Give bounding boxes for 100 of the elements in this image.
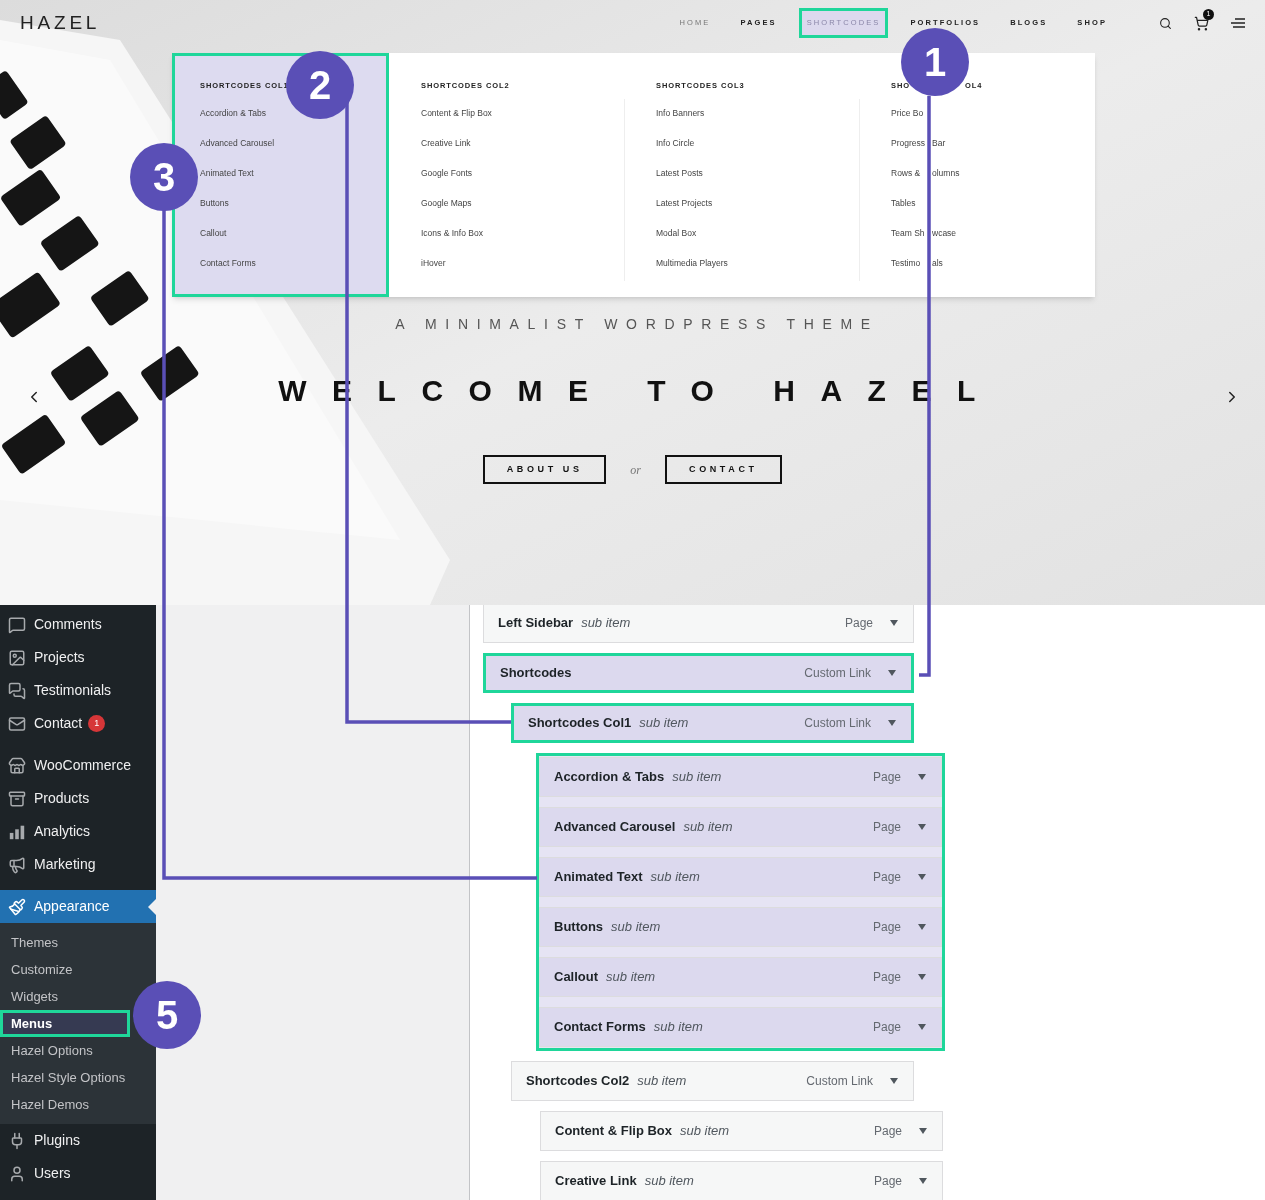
sidebar-item[interactable]: Users: [0, 1157, 156, 1190]
menu-item-note: sub item: [672, 768, 722, 787]
menu-link[interactable]: Icons & Info Box: [421, 228, 483, 239]
submenu-item[interactable]: Hazel Options: [0, 1037, 99, 1064]
cart-icon[interactable]: [1194, 15, 1209, 31]
menu-item-row[interactable]: Accordion & Tabs sub item Page: [539, 757, 942, 797]
menu-link[interactable]: Info Circle: [656, 138, 695, 149]
menu-item-row[interactable]: Content & Flip Box sub item Page: [540, 1111, 943, 1151]
menu-link[interactable]: als: [932, 258, 943, 269]
menu-item-type: Custom Link: [804, 715, 871, 732]
menu-item-row[interactable]: Left Sidebar sub item Page: [483, 603, 914, 643]
submenu-item[interactable]: Customize: [0, 956, 79, 983]
menu-item-title: Shortcodes Col2: [526, 1072, 630, 1091]
caret-icon[interactable]: [887, 719, 897, 727]
site-logo[interactable]: HAZEL: [20, 8, 101, 38]
menu-link[interactable]: Callout: [200, 228, 227, 239]
sidebar-item[interactable]: Marketing: [0, 848, 156, 881]
hero-button[interactable]: CONTACT: [664, 455, 782, 484]
hero-tagline: A MINIMALIST WORDPRESS THEME: [395, 315, 879, 334]
menu-link[interactable]: Multimedia Players: [656, 258, 728, 269]
menu-link[interactable]: Price Bo: [891, 108, 924, 119]
menu-item-row[interactable]: Animated Text sub item Page: [539, 857, 942, 897]
submenu-item[interactable]: Widgets: [0, 983, 64, 1010]
submenu-item[interactable]: Hazel Style Options: [0, 1064, 132, 1091]
menu-link[interactable]: Team Sh: [891, 228, 925, 239]
speech-bubble-icon: [8, 615, 26, 634]
sidebar-item[interactable]: Projects: [0, 641, 156, 674]
menu-item-title: Shortcodes: [500, 664, 572, 683]
menu-link[interactable]: Bar: [932, 138, 946, 149]
caret-icon[interactable]: [917, 873, 927, 881]
menu-item-title: Accordion & Tabs: [554, 768, 665, 787]
caret-icon[interactable]: [917, 923, 927, 931]
sidebar-item[interactable]: Testimonials: [0, 674, 156, 707]
menu-link[interactable]: wcase: [932, 228, 957, 239]
hero-button[interactable]: ABOUT US: [483, 455, 607, 484]
speech-bubbles-icon: [8, 681, 26, 700]
menu-link[interactable]: Rows &: [891, 168, 921, 179]
menu-link[interactable]: Progress: [891, 138, 925, 149]
menu-link[interactable]: Modal Box: [656, 228, 697, 239]
caret-icon[interactable]: [917, 773, 927, 781]
caret-icon[interactable]: [889, 1077, 899, 1085]
menu-link[interactable]: Accordion & Tabs: [200, 108, 266, 119]
menu-link[interactable]: iHover: [421, 258, 446, 269]
menu-item-note: sub item: [606, 968, 656, 987]
menu-link[interactable]: Advanced Carousel: [200, 138, 275, 149]
menu-link[interactable]: Tables: [891, 198, 916, 209]
submenu-item[interactable]: Themes: [0, 929, 64, 956]
menu-link[interactable]: Latest Posts: [656, 168, 703, 179]
menu-item-title: Content & Flip Box: [555, 1122, 672, 1141]
menu-link[interactable]: Google Maps: [421, 198, 472, 209]
menu-link[interactable]: Testimo: [891, 258, 921, 269]
caret-icon[interactable]: [887, 669, 897, 677]
search-icon[interactable]: [1159, 16, 1172, 30]
caret-icon[interactable]: [917, 823, 927, 831]
notification-badge: 1: [88, 715, 106, 732]
menu-item-row[interactable]: Creative Link sub item Page: [540, 1161, 943, 1200]
menu-item-note: sub item: [581, 614, 631, 633]
caret-icon[interactable]: [889, 619, 899, 627]
menu-item-title: Buttons: [554, 918, 604, 937]
menu-item-row[interactable]: Callout sub item Page: [539, 957, 942, 997]
menu-icon[interactable]: [1231, 18, 1245, 28]
menu-item-row[interactable]: Contact Forms sub item Page: [539, 1007, 942, 1047]
menu-link[interactable]: Google Fonts: [421, 168, 473, 179]
megaphone-icon: [8, 855, 26, 874]
separator-text: or: [630, 461, 641, 479]
sidebar-item[interactable]: WooCommerce: [0, 749, 156, 782]
menu-link[interactable]: Contact Forms: [200, 258, 256, 269]
menu-link[interactable]: Latest Projects: [656, 198, 713, 209]
caret-icon[interactable]: [918, 1127, 928, 1135]
sidebar-item[interactable]: Plugins: [0, 1124, 156, 1157]
menu-link[interactable]: Content & Flip Box: [421, 108, 492, 119]
sidebar-item[interactable]: Analytics: [0, 815, 156, 848]
menu-item-title: Callout: [554, 968, 599, 987]
menu-item-type: Page: [872, 919, 901, 936]
menu-item-row[interactable]: Shortcodes Col1 sub item Custom Link: [511, 703, 914, 743]
menu-item-note: sub item: [644, 1172, 694, 1191]
menu-link[interactable]: Info Banners: [656, 108, 705, 119]
menu-item-row[interactable]: Buttons sub item Page: [539, 907, 942, 947]
menu-link[interactable]: Buttons: [200, 198, 229, 209]
archive-box-icon: [8, 789, 26, 808]
sidebar-item[interactable]: Products: [0, 782, 156, 815]
caret-icon[interactable]: [918, 1177, 928, 1185]
submenu-item[interactable]: Hazel Demos: [0, 1091, 96, 1118]
sidebar-item[interactable]: Appearance: [0, 890, 156, 923]
submenu-item[interactable]: Menus: [0, 1010, 130, 1037]
menu-link[interactable]: Creative Link: [421, 138, 471, 149]
menu-item-row[interactable]: Advanced Carousel sub item Page: [539, 807, 942, 847]
menu-link[interactable]: Animated Text: [200, 168, 254, 179]
menu-item-row[interactable]: Shortcodes Col2 sub item Custom Link: [511, 1061, 914, 1101]
menu-item-type: Page: [872, 869, 901, 886]
menu-item-row[interactable]: Shortcodes Custom Link: [483, 653, 914, 693]
caret-icon[interactable]: [917, 1023, 927, 1031]
menu-item-note: sub item: [683, 818, 733, 837]
menu-item-note: sub item: [611, 918, 661, 937]
sidebar-item[interactable]: Comments: [0, 608, 156, 641]
menu-item-note: sub item: [639, 714, 689, 733]
menu-item-type: Custom Link: [806, 1073, 873, 1090]
caret-icon[interactable]: [917, 973, 927, 981]
sidebar-item[interactable]: Contact 1: [0, 707, 156, 740]
menu-link[interactable]: olumns: [932, 168, 960, 179]
